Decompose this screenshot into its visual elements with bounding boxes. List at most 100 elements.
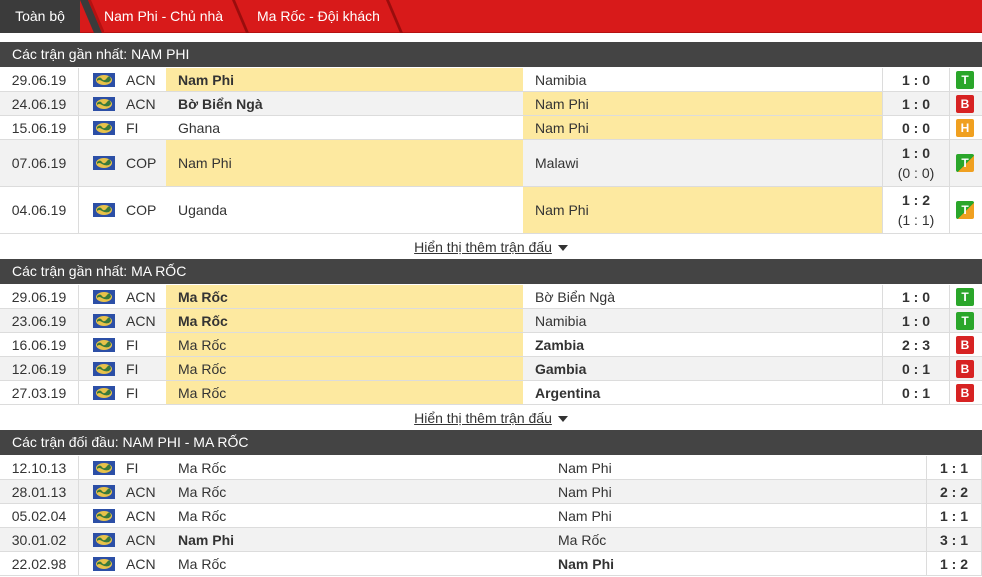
- home-team: Nam Phi: [166, 140, 523, 186]
- away-team: Bờ Biển Ngà: [535, 288, 616, 305]
- half-time-score: (1 : 1): [897, 212, 935, 228]
- full-time-score: 1 : 1: [939, 459, 968, 476]
- home-team: Nam Phi: [166, 68, 523, 91]
- home-team: Ma Rốc: [178, 459, 227, 476]
- match-row[interactable]: 28.01.13 ACN Ma Rốc Nam Phi 2 : 2: [0, 480, 982, 504]
- match-row[interactable]: 23.06.19 ACN Ma Rốc Namibia 1 : 0 T: [0, 309, 982, 333]
- match-row[interactable]: 22.02.98 ACN Ma Rốc Nam Phi 1 : 2: [0, 552, 982, 576]
- competition-flag-icon: [93, 556, 115, 571]
- match-score: 0 : 0: [882, 116, 950, 139]
- show-more-morocco[interactable]: Hiển thị thêm trận đấu: [0, 406, 982, 430]
- competition-code: COP: [126, 202, 157, 218]
- match-row[interactable]: 29.06.19 ACN Ma Rốc Bờ Biển Ngà 1 : 0 T: [0, 285, 982, 309]
- home-team: Nam Phi: [178, 531, 235, 548]
- match-row[interactable]: 30.01.02 ACN Nam Phi Ma Rốc 3 : 1: [0, 528, 982, 552]
- match-row[interactable]: 24.06.19 ACN Bờ Biển Ngà Nam Phi 1 : 0 B: [0, 92, 982, 116]
- match-row[interactable]: 16.06.19 FI Ma Rốc Zambia 2 : 3 B: [0, 333, 982, 357]
- match-date: 30.01.02: [0, 528, 79, 551]
- match-score: 3 : 1: [926, 528, 982, 551]
- tab-separator: [386, 0, 403, 33]
- result-badge: T: [956, 311, 974, 330]
- match-date: 22.02.98: [0, 552, 79, 575]
- competition-code: ACN: [126, 507, 156, 524]
- match-score: 1 : 2 (1 : 1): [882, 187, 950, 233]
- result-badge: B: [956, 383, 974, 402]
- away-team: Namibia: [535, 312, 587, 329]
- competition-code: ACN: [126, 312, 156, 329]
- full-time-score: 2 : 2: [939, 483, 968, 500]
- home-team: Ma Rốc: [166, 309, 523, 332]
- competition-flag-icon: [93, 120, 115, 135]
- match-row[interactable]: 29.06.19 ACN Nam Phi Namibia 1 : 0 T: [0, 68, 982, 92]
- tab-bar: Toàn bộ Nam Phi - Chủ nhà Ma Rốc - Đội k…: [0, 0, 982, 33]
- home-team: Ma Rốc: [178, 555, 227, 572]
- competition-code: FI: [126, 384, 139, 401]
- competition-flag-icon: [93, 460, 115, 475]
- show-more-south-africa[interactable]: Hiển thị thêm trận đấu: [0, 235, 982, 259]
- result-badge: T: [956, 154, 974, 172]
- competition-code: ACN: [126, 71, 156, 88]
- full-time-score: 1 : 1: [939, 507, 968, 524]
- caret-down-icon: [557, 245, 568, 252]
- competition-flag-icon: [93, 484, 115, 499]
- away-team: Zambia: [535, 336, 585, 353]
- tab-home[interactable]: Nam Phi - Chủ nhà: [104, 0, 234, 33]
- away-team: Nam Phi: [558, 459, 612, 476]
- competition-code: ACN: [126, 483, 156, 500]
- full-time-score: 0 : 1: [901, 384, 930, 401]
- section-header-morocco: Các trận gần nhất: MA RỐC: [0, 259, 982, 284]
- competition-code: FI: [126, 360, 139, 377]
- match-date: 29.06.19: [0, 285, 79, 308]
- show-more-link[interactable]: Hiển thị thêm trận đấu: [414, 239, 552, 255]
- match-date: 16.06.19: [0, 333, 79, 356]
- match-date: 07.06.19: [0, 140, 79, 186]
- match-date: 15.06.19: [0, 116, 79, 139]
- show-more-link[interactable]: Hiển thị thêm trận đấu: [414, 410, 552, 426]
- section-header-head-to-head: Các trận đối đầu: NAM PHI - MA RỐC: [0, 430, 982, 455]
- competition-code: FI: [126, 459, 139, 476]
- home-team: Ghana: [178, 119, 221, 136]
- home-team: Ma Rốc: [166, 285, 523, 308]
- competition-flag-icon: [93, 361, 115, 376]
- home-team: Ma Rốc: [166, 333, 523, 356]
- match-date: 05.02.04: [0, 504, 79, 527]
- away-team: Nam Phi: [558, 483, 612, 500]
- full-time-score: 1 : 0: [901, 95, 930, 112]
- match-row[interactable]: 12.06.19 FI Ma Rốc Gambia 0 : 1 B: [0, 357, 982, 381]
- match-row[interactable]: 27.03.19 FI Ma Rốc Argentina 0 : 1 B: [0, 381, 982, 405]
- result-badge: H: [956, 118, 974, 137]
- match-date: 12.10.13: [0, 456, 79, 479]
- home-team: Bờ Biển Ngà: [178, 95, 263, 112]
- home-team: Ma Rốc: [166, 381, 523, 404]
- match-row[interactable]: 04.06.19 COP Uganda Nam Phi 1 : 2 (1 : 1) T: [0, 187, 982, 234]
- home-team: Ma Rốc: [178, 483, 227, 500]
- competition-flag-icon: [93, 313, 115, 328]
- match-date: 28.01.13: [0, 480, 79, 503]
- tab-all[interactable]: Toàn bộ: [0, 0, 80, 33]
- away-team: Nam Phi: [523, 116, 882, 139]
- match-row[interactable]: 05.02.04 ACN Ma Rốc Nam Phi 1 : 1: [0, 504, 982, 528]
- away-team: Ma Rốc: [558, 531, 607, 548]
- tab-away[interactable]: Ma Rốc - Đội khách: [257, 0, 397, 33]
- match-row[interactable]: 15.06.19 FI Ghana Nam Phi 0 : 0 H: [0, 116, 982, 140]
- match-date: 23.06.19: [0, 309, 79, 332]
- match-row[interactable]: 07.06.19 COP Nam Phi Malawi 1 : 0 (0 : 0) T: [0, 140, 982, 187]
- competition-flag-icon: [93, 289, 115, 304]
- match-row[interactable]: 12.10.13 FI Ma Rốc Nam Phi 1 : 1: [0, 456, 982, 480]
- competition-flag-icon: [93, 156, 115, 170]
- away-team: Nam Phi: [523, 92, 882, 115]
- away-team: Argentina: [535, 384, 601, 401]
- competition-flag-icon: [93, 385, 115, 400]
- competition-code: COP: [126, 155, 157, 171]
- match-score: 1 : 0: [882, 68, 950, 91]
- competition-flag-icon: [93, 72, 115, 87]
- full-time-score: 0 : 1: [901, 360, 930, 377]
- competition-code: ACN: [126, 555, 156, 572]
- away-team: Nam Phi: [558, 507, 612, 524]
- match-score: 1 : 1: [926, 504, 982, 527]
- competition-flag-icon: [93, 532, 115, 547]
- competition-flag-icon: [93, 337, 115, 352]
- result-badge: T: [956, 201, 974, 219]
- competition-code: ACN: [126, 95, 156, 112]
- result-badge: T: [956, 70, 974, 89]
